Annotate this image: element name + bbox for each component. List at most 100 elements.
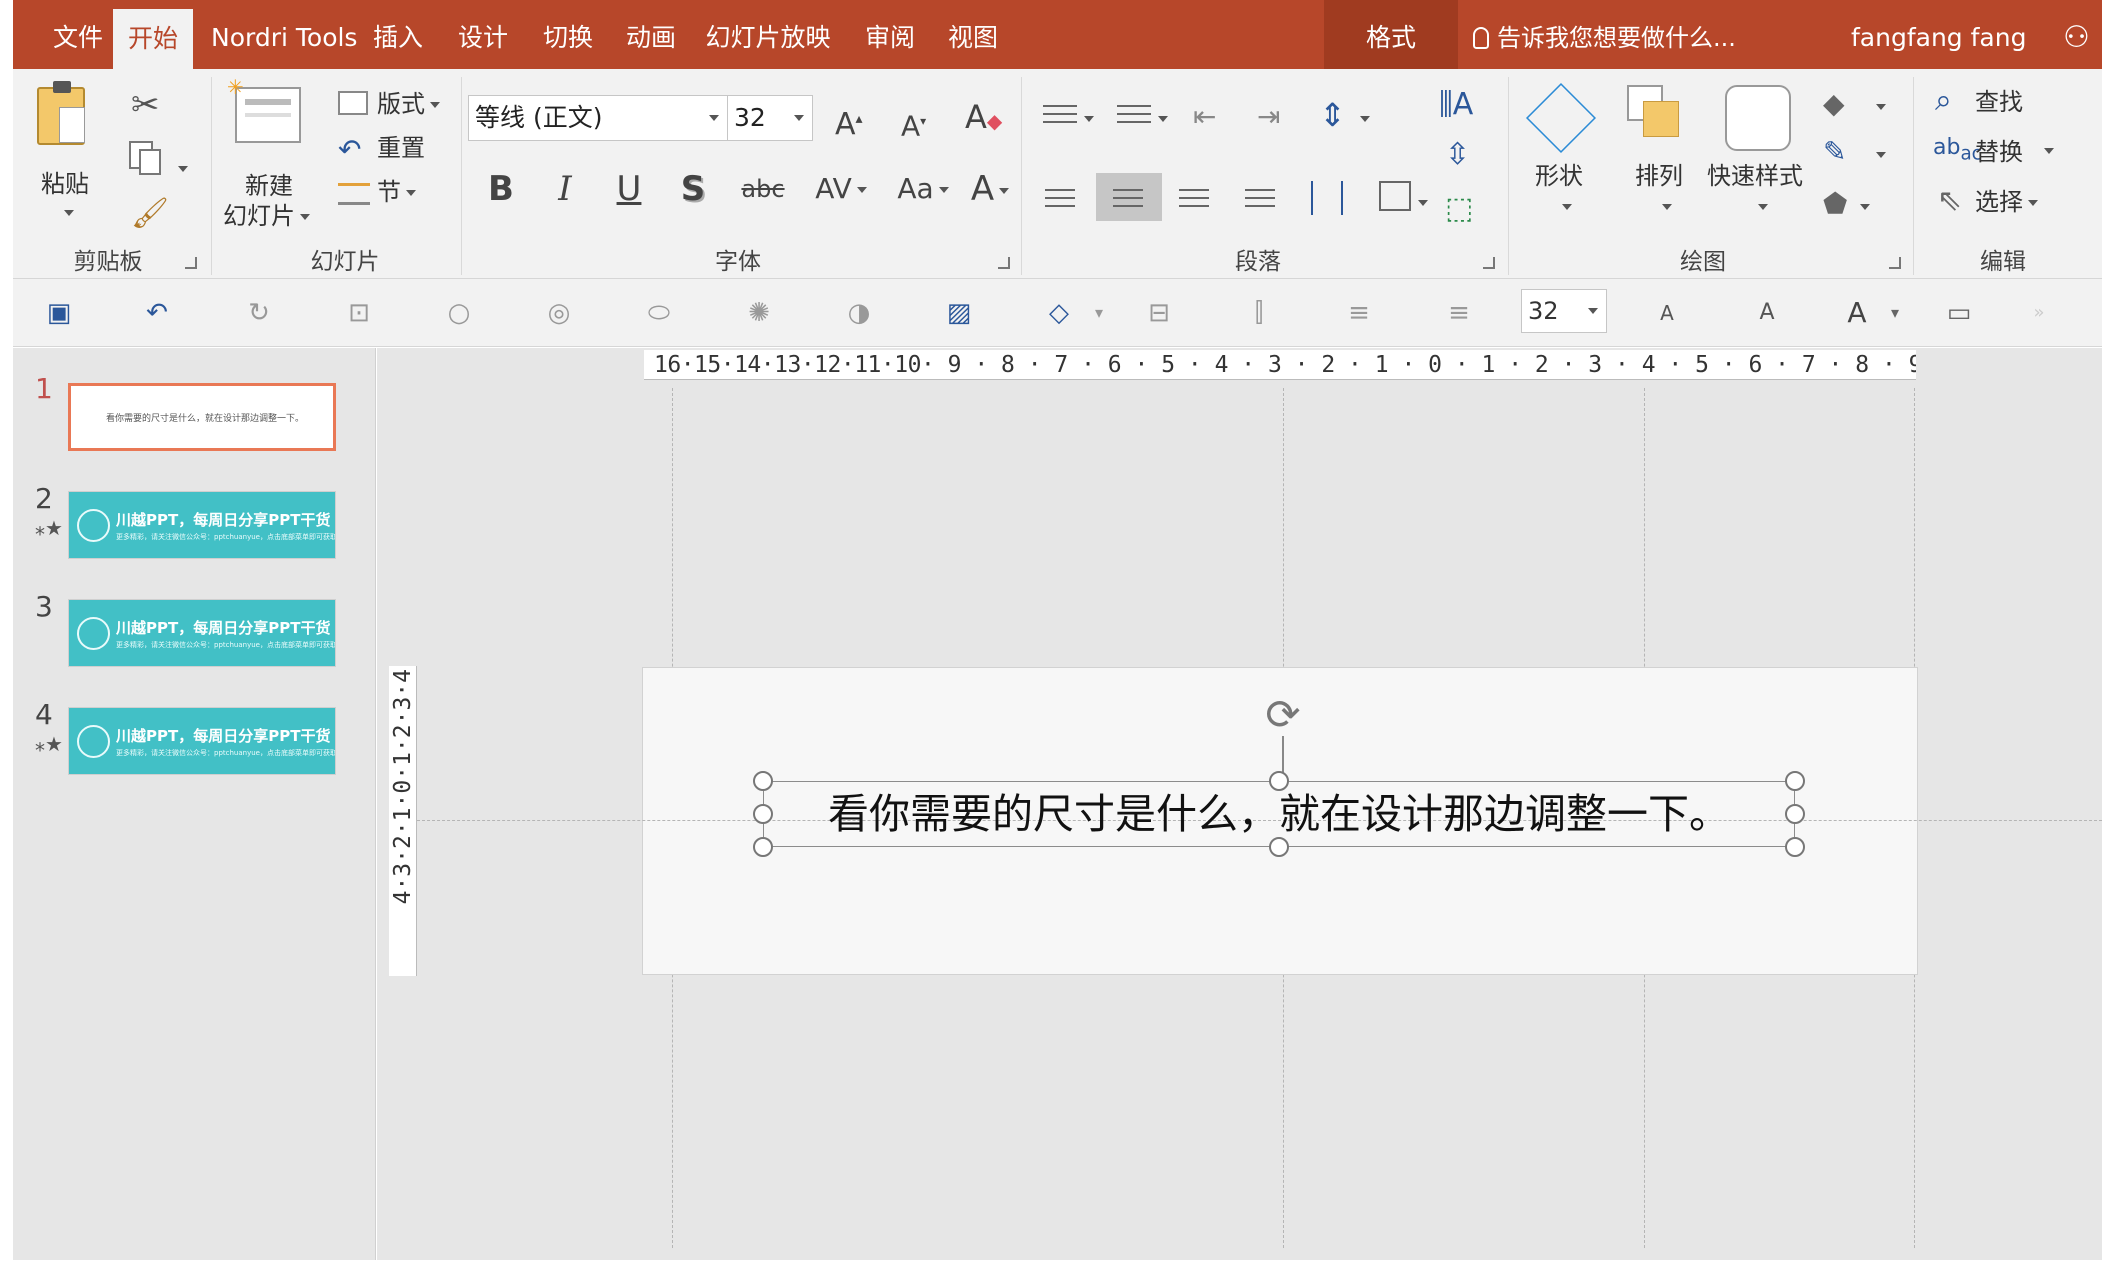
shape-outline-dropdown[interactable]	[1876, 152, 1886, 158]
find-button[interactable]: 查找	[1975, 87, 2023, 117]
qat-shrink-font-icon[interactable]: A	[1747, 293, 1787, 333]
tab-file[interactable]: 文件	[33, 18, 123, 58]
shape-fragment-icon[interactable]: ⬭	[639, 293, 679, 333]
bold-button[interactable]: B	[479, 167, 523, 211]
edit-shape-dropdown-icon[interactable]: ▾	[1079, 293, 1119, 333]
font-size-combo[interactable]: 32	[727, 95, 813, 141]
quick-styles-button[interactable]: 快速样式	[1707, 161, 1803, 191]
tab-format[interactable]: 格式	[1325, 18, 1457, 58]
tab-insert[interactable]: 插入	[363, 18, 433, 58]
shape-fill-icon[interactable]: ◆	[1823, 87, 1845, 121]
layout-button[interactable]: 版式	[377, 89, 440, 119]
tab-home[interactable]: 开始	[113, 9, 193, 69]
font-color-button[interactable]: A	[965, 167, 1015, 211]
user-name[interactable]: fangfang fang	[1851, 18, 2026, 58]
shape-effects-icon[interactable]: ⬟	[1823, 187, 1847, 221]
bullets-dropdown[interactable]	[1084, 116, 1094, 122]
font-name-combo[interactable]: 等线 (正文)	[468, 95, 728, 141]
vertical-ruler[interactable]: 4·3·2·1·0·1·2·3·4	[389, 666, 417, 976]
align-right-icon[interactable]	[1179, 189, 1209, 213]
replace-button[interactable]: 替换	[1975, 137, 2023, 167]
save-icon[interactable]: ▣	[39, 293, 79, 333]
resize-handle-top[interactable]	[1269, 771, 1289, 791]
rotate-handle-icon[interactable]: ⟳	[1260, 693, 1306, 737]
paste-button[interactable]: 粘贴	[41, 169, 89, 199]
numbering-icon[interactable]	[1117, 105, 1151, 129]
clear-formatting-icon[interactable]: A◆	[965, 97, 1002, 141]
undo-icon[interactable]: ↶	[137, 293, 177, 333]
slide-thumbnail-3[interactable]: 川越PPT，每周日分享PPT干货 更多精彩，请关注微信公众号：pptchuany…	[68, 599, 336, 667]
edit-shape-icon[interactable]: ◇	[1039, 293, 1079, 333]
resize-handle-bottom[interactable]	[1269, 837, 1289, 857]
qat-align-right-icon[interactable]: ≡	[1439, 293, 1479, 333]
select-button[interactable]: 选择	[1975, 187, 2038, 217]
arrange-dropdown[interactable]	[1662, 204, 1672, 210]
paragraph-launcher-icon[interactable]	[1483, 257, 1495, 269]
qat-grow-font-icon[interactable]: A	[1647, 293, 1687, 333]
shapes-button[interactable]: 形状	[1535, 161, 1583, 191]
text-box-icon[interactable]: ▭	[1939, 293, 1979, 333]
slide-thumbnail-2[interactable]: 川越PPT，每周日分享PPT干货 更多精彩，请关注微信公众号：pptchuany…	[68, 491, 336, 559]
shape-combine-icon[interactable]: ◎	[539, 293, 579, 333]
picture-icon[interactable]: ▨	[939, 293, 979, 333]
line-spacing-icon[interactable]: ⇕	[1319, 95, 1346, 135]
shrink-font-icon[interactable]: A▾	[901, 101, 926, 146]
decrease-indent-icon[interactable]: ⇤	[1193, 99, 1216, 135]
from-beginning-icon[interactable]: ⊡	[339, 293, 379, 333]
tab-slideshow[interactable]: 幻灯片放映	[698, 18, 838, 58]
qat-overflow-icon[interactable]: »	[2019, 293, 2059, 333]
shape-outline-icon[interactable]: ✎	[1823, 135, 1846, 169]
resize-handle-right[interactable]	[1785, 804, 1805, 824]
align-left-icon[interactable]	[1045, 189, 1075, 213]
copy-dropdown[interactable]	[178, 166, 188, 172]
character-spacing-button[interactable]: AV	[813, 167, 869, 211]
align-text-icon[interactable]: ⇳	[1445, 137, 1470, 173]
shadow-button[interactable]: S	[671, 167, 715, 211]
italic-button[interactable]: I	[543, 167, 587, 211]
tab-transitions[interactable]: 切换	[533, 18, 603, 58]
change-case-button[interactable]: Aa	[893, 167, 953, 211]
resize-handle-top-right[interactable]	[1785, 771, 1805, 791]
paste-dropdown[interactable]	[64, 210, 74, 216]
slide-editing-area[interactable]: 16·15·14·13·12·11·10· 9 · 8 · 7 · 6 · 5 …	[377, 348, 2102, 1260]
shape-union-icon[interactable]: ○	[439, 293, 479, 333]
increase-indent-icon[interactable]: ⇥	[1257, 99, 1280, 135]
columns-icon[interactable]	[1379, 181, 1411, 211]
section-button[interactable]: 节	[377, 177, 416, 207]
grow-font-icon[interactable]: A▴	[835, 99, 863, 145]
underline-button[interactable]: U	[607, 167, 651, 211]
share-user-icon[interactable]: ⚇	[2063, 20, 2102, 56]
qat-align-left-icon[interactable]: ≡	[1339, 293, 1379, 333]
tab-review[interactable]: 审阅	[855, 18, 925, 58]
font-launcher-icon[interactable]	[998, 257, 1010, 269]
tab-animations[interactable]: 动画	[616, 18, 686, 58]
resize-handle-bottom-right[interactable]	[1785, 837, 1805, 857]
qat-font-color-icon[interactable]: A	[1837, 293, 1877, 333]
align-middle-icon[interactable]: ⊟	[1139, 293, 1179, 333]
reset-button[interactable]: 重置	[377, 133, 425, 163]
copy-icon[interactable]	[129, 141, 161, 175]
shape-intersect-icon[interactable]: ✺	[739, 293, 779, 333]
convert-smartart-icon[interactable]: ⬚	[1445, 191, 1473, 227]
strikethrough-button[interactable]: abc	[735, 167, 791, 211]
slide-thumbnail-pane[interactable]: 1 看你需要的尺寸是什么，就在设计那边调整一下。 2 ⁎★ 川越PPT，每周日分…	[13, 348, 376, 1260]
resize-handle-left[interactable]	[753, 804, 773, 824]
line-spacing-dropdown[interactable]	[1360, 116, 1370, 122]
qat-font-color-dropdown-icon[interactable]: ▾	[1875, 293, 1915, 333]
distribute-icon[interactable]: ⫿	[1239, 293, 1279, 333]
tab-design[interactable]: 设计	[448, 18, 518, 58]
cut-icon[interactable]: ✂	[131, 87, 160, 123]
numbering-dropdown[interactable]	[1158, 116, 1168, 122]
shape-subtract-icon[interactable]: ◑	[839, 293, 879, 333]
new-slide-button[interactable]: 幻灯片	[223, 201, 310, 231]
tell-me-box[interactable]: 告诉我您想要做什么...	[1473, 18, 1736, 58]
replace-dropdown[interactable]	[2044, 148, 2054, 154]
slide-thumbnail-4[interactable]: 川越PPT，每周日分享PPT干货 更多精彩，请关注微信公众号：pptchuany…	[68, 707, 336, 775]
distributed-icon[interactable]	[1311, 181, 1343, 215]
shapes-dropdown[interactable]	[1562, 204, 1572, 210]
paste-icon[interactable]	[37, 81, 85, 145]
quick-styles-dropdown[interactable]	[1758, 204, 1768, 210]
arrange-button[interactable]: 排列	[1635, 161, 1683, 191]
horizontal-ruler[interactable]: 16·15·14·13·12·11·10· 9 · 8 · 7 · 6 · 5 …	[644, 350, 1916, 380]
redo-icon[interactable]: ↻	[239, 293, 279, 333]
